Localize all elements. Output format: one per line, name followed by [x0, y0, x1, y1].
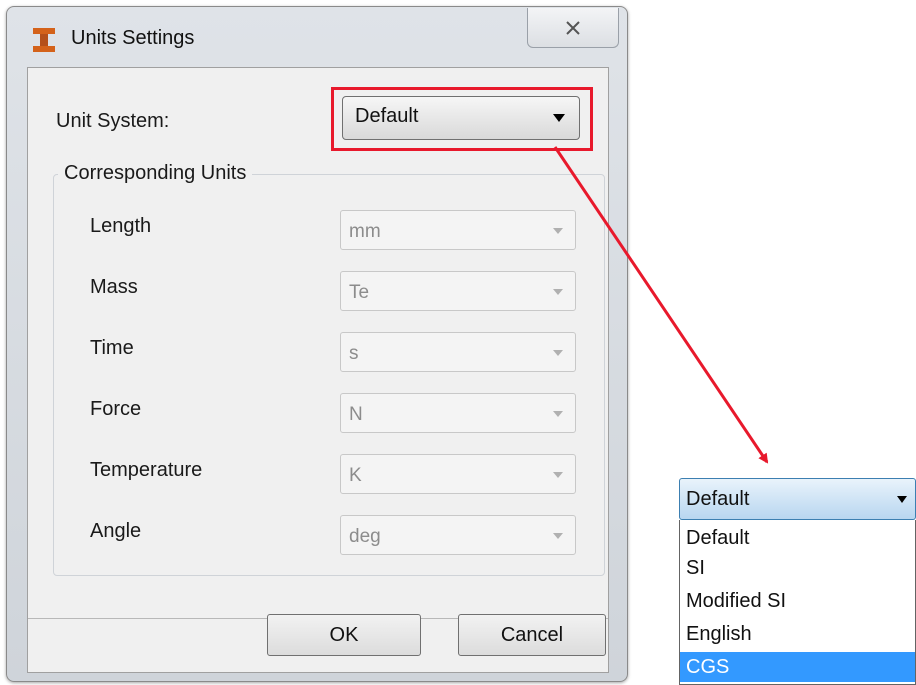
force-dropdown: N: [340, 393, 576, 433]
temperature-value: K: [349, 465, 362, 486]
unit-system-value: Default: [355, 105, 419, 127]
chevron-down-icon: [553, 228, 563, 234]
window-title: Units Settings: [71, 27, 195, 49]
temperature-label: Temperature: [90, 459, 203, 481]
length-dropdown: mm: [340, 210, 576, 250]
group-title: Corresponding Units: [58, 162, 253, 185]
option-english[interactable]: English: [680, 619, 915, 649]
unit-system-dropdown-expanded[interactable]: Default: [679, 478, 916, 520]
length-value: mm: [349, 221, 381, 242]
force-label: Force: [90, 398, 142, 420]
close-icon: [566, 20, 580, 35]
force-value: N: [349, 404, 363, 425]
option-cgs[interactable]: CGS: [680, 652, 915, 682]
i-beam-icon: [33, 28, 55, 52]
chevron-down-icon: [553, 411, 563, 417]
angle-dropdown: deg: [340, 515, 576, 555]
angle-value: deg: [349, 526, 381, 547]
dialog-content: Unit System: Default Corresponding Units…: [27, 67, 609, 673]
unit-system-options-list: Default SI Modified SI English CGS: [679, 520, 916, 685]
time-value: s: [349, 343, 359, 364]
unit-system-label: Unit System:: [56, 110, 170, 132]
temperature-dropdown: K: [340, 454, 576, 494]
option-si[interactable]: SI: [680, 553, 915, 583]
length-label: Length: [90, 215, 152, 237]
chevron-down-icon: [553, 114, 565, 122]
time-label: Time: [90, 337, 134, 359]
dropdown-value: Default: [686, 488, 750, 510]
chevron-down-icon: [897, 496, 907, 503]
angle-label: Angle: [90, 520, 142, 542]
cancel-button[interactable]: Cancel: [458, 614, 606, 656]
mass-dropdown: Te: [340, 271, 576, 311]
time-dropdown: s: [340, 332, 576, 372]
unit-system-dropdown[interactable]: Default: [342, 96, 580, 140]
chevron-down-icon: [553, 533, 563, 539]
units-settings-dialog: Units Settings Unit System: Default Corr…: [6, 6, 628, 682]
mass-label: Mass: [90, 276, 138, 298]
option-default[interactable]: Default: [680, 523, 915, 553]
close-button[interactable]: [527, 8, 619, 48]
chevron-down-icon: [553, 472, 563, 478]
ok-button[interactable]: OK: [267, 614, 421, 656]
option-modified-si[interactable]: Modified SI: [680, 586, 915, 616]
chevron-down-icon: [553, 350, 563, 356]
chevron-down-icon: [553, 289, 563, 295]
mass-value: Te: [349, 282, 370, 303]
